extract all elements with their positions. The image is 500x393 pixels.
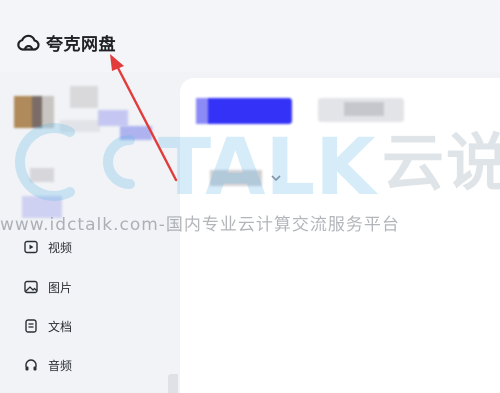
sidebar-item-label: 文档 [48,319,73,334]
cloud-icon [16,32,40,52]
video-icon [24,240,38,254]
sidebar-item-images[interactable]: 图片 [24,277,72,297]
image-icon [24,280,38,294]
watermark-logo-text: TALK [158,123,378,212]
watermark-text: www.idctalk.com-国内专业云计算交流服务平台 [0,215,400,235]
username-blurred [70,86,98,108]
app-brand-name: 夸克网盘 [46,34,116,55]
document-icon [24,319,38,333]
sidebar-item-label: 音频 [48,358,73,373]
sidebar-scrollbar[interactable] [168,374,178,393]
sidebar-item-video[interactable]: 视频 [24,237,72,257]
headphones-icon [24,358,38,372]
sidebar-item-documents[interactable]: 文档 [24,316,72,336]
app-logo[interactable]: 夸克网盘 [16,29,116,55]
sidebar-item-audio[interactable]: 音频 [24,355,72,375]
watermark-cn-text: 云说 [382,126,500,199]
sidebar-item-label: 图片 [48,280,73,295]
watermark-logo: TALK [15,123,378,212]
sidebar-item-label: 视频 [48,240,73,255]
